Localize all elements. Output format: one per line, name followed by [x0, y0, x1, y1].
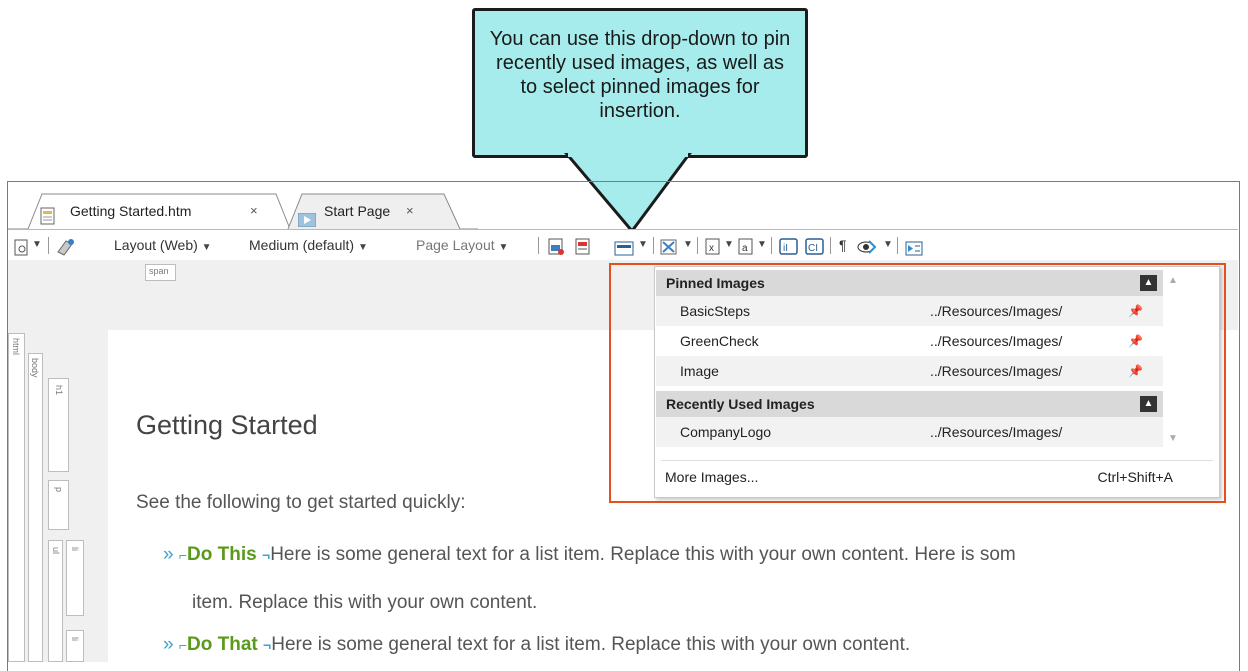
pinned-image-item[interactable]: BasicSteps ../Resources/Images/ 📌: [656, 296, 1163, 326]
span-end-marker: ¬: [263, 637, 272, 653]
li-tag-bar[interactable]: li: [66, 630, 84, 662]
pin-icon[interactable]: 📌: [1128, 356, 1143, 386]
collapse-icon[interactable]: ▲: [1140, 396, 1157, 412]
html-tag-bar[interactable]: html: [8, 333, 25, 662]
scroll-down-icon[interactable]: ▼: [1168, 433, 1178, 444]
tab-close-icon[interactable]: ×: [406, 193, 414, 229]
pinned-image-item[interactable]: Image ../Resources/Images/ 📌: [656, 356, 1163, 386]
text-box-dropdown-icon[interactable]: ▼: [757, 230, 767, 260]
layout-web-dropdown[interactable]: Layout (Web) ▼: [114, 230, 212, 260]
list-bullet-icon: »: [163, 634, 174, 655]
svg-text:CI: CI: [808, 243, 818, 254]
span-start-marker: ⌐: [178, 637, 188, 653]
list-bullet-icon: »: [163, 544, 174, 565]
page-layout-dropdown[interactable]: Page Layout ▼: [416, 230, 508, 260]
svg-text:iI: iI: [783, 243, 788, 254]
tab-getting-started[interactable]: Getting Started.htm ×: [26, 193, 288, 229]
more-images-menu-item[interactable]: More Images...: [665, 463, 758, 491]
ul-tag-bar[interactable]: ul: [48, 540, 63, 662]
image-dropdown-icon[interactable]: ▼: [638, 230, 648, 260]
list-item-continuation: item. Replace this with your own content…: [192, 592, 538, 613]
span-end-marker: ¬: [262, 547, 271, 563]
show-elements-dropdown-icon[interactable]: ▼: [883, 230, 893, 260]
tab-start-page[interactable]: Start Page ×: [290, 193, 460, 229]
tab-label: Getting Started.htm: [70, 203, 192, 219]
show-markers-icon[interactable]: ¶: [839, 230, 847, 260]
li-tag-bar[interactable]: li: [66, 540, 84, 616]
svg-text:x: x: [709, 243, 714, 254]
document-heading: Getting Started: [136, 410, 318, 440]
tab-label: Start Page: [324, 203, 391, 219]
more-images-shortcut: Ctrl+Shift+A: [1097, 469, 1173, 485]
recently-used-images-header: Recently Used Images ▲: [656, 391, 1163, 417]
pinned-image-item[interactable]: GreenCheck ../Resources/Images/ 📌: [656, 326, 1163, 356]
list-item: » ⌐Do That ¬Here is some general text fo…: [163, 634, 911, 655]
span-start-marker: ⌐: [178, 547, 188, 563]
p-tag-bar[interactable]: p: [48, 480, 69, 530]
image-dropdown-menu: Pinned Images ▲ BasicSteps ../Resources/…: [654, 266, 1220, 498]
callout-text: You can use this drop-down to pin recent…: [489, 28, 791, 122]
preview-dropdown-icon[interactable]: ▼: [32, 230, 42, 260]
dropdown-scrollbar[interactable]: ▲ ▼: [1165, 267, 1183, 457]
tab-close-icon[interactable]: ×: [250, 193, 258, 229]
equation-dropdown-icon[interactable]: ▼: [724, 230, 734, 260]
collapse-icon[interactable]: ▲: [1140, 275, 1157, 291]
pinned-images-header: Pinned Images ▲: [656, 270, 1163, 296]
editor-toolbar: ▼ Layout (Web) ▼ Medium (default) ▼ Page…: [8, 229, 1238, 259]
recent-image-item[interactable]: CompanyLogo ../Resources/Images/: [656, 417, 1163, 447]
callout-tooltip: You can use this drop-down to pin recent…: [472, 8, 808, 158]
medium-dropdown[interactable]: Medium (default) ▼: [249, 230, 368, 260]
list-item: » ⌐Do This ¬Here is some general text fo…: [163, 544, 1016, 565]
span-tag-marker[interactable]: span: [145, 264, 176, 281]
svg-text:a: a: [742, 243, 748, 254]
h1-tag-bar[interactable]: h1: [48, 378, 69, 472]
pin-icon[interactable]: 📌: [1128, 296, 1143, 326]
multimedia-dropdown-icon[interactable]: ▼: [683, 230, 693, 260]
scroll-up-icon[interactable]: ▲: [1168, 275, 1178, 286]
body-tag-bar[interactable]: body: [28, 353, 43, 662]
pin-icon[interactable]: 📌: [1128, 326, 1143, 356]
dropdown-divider: [661, 460, 1213, 461]
document-paragraph: See the following to get started quickly…: [136, 492, 466, 513]
